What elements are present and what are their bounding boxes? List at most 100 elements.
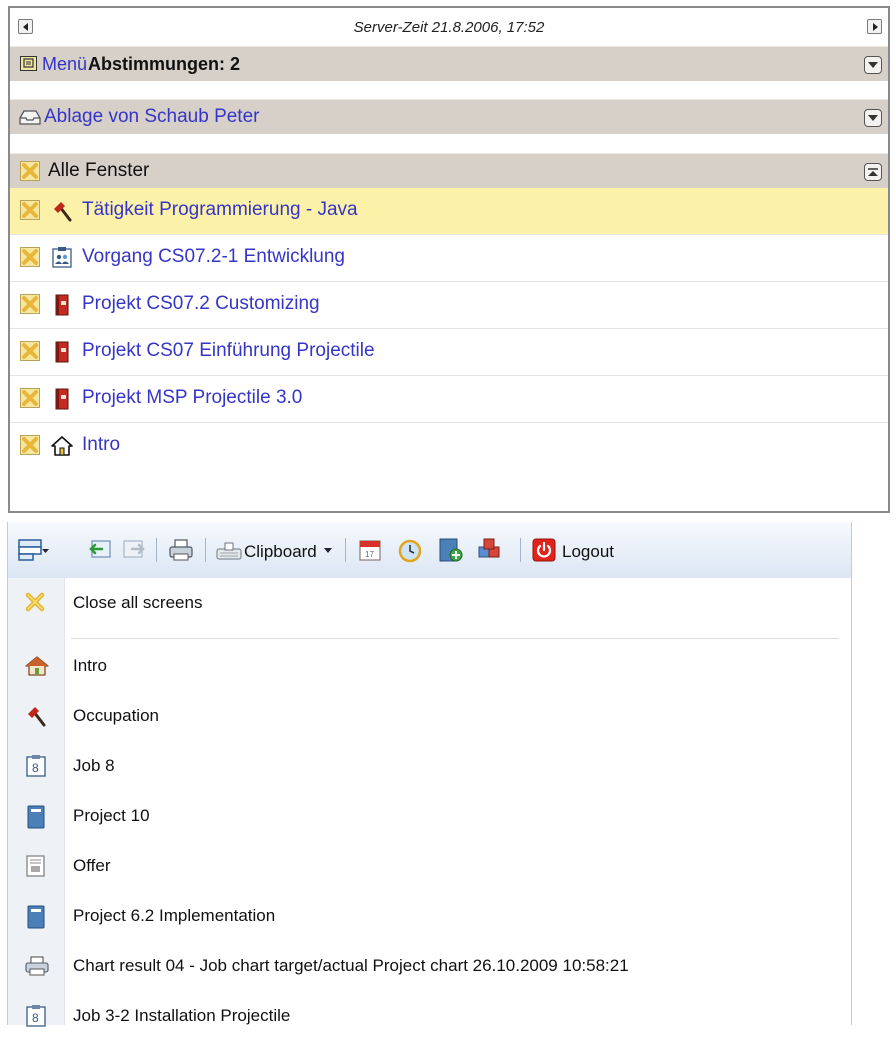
votes-title: Abstimmungen: 2 (88, 54, 241, 74)
classic-window-panel: Server-Zeit 21.8.2006, 17:52 Menü Abstim… (8, 6, 890, 513)
svg-text:17: 17 (365, 550, 374, 559)
window-link[interactable]: Intro (82, 434, 120, 456)
close-window-icon[interactable] (20, 341, 40, 361)
close-all-screens-item[interactable]: Close all screens (8, 578, 851, 628)
new-project-button[interactable] (437, 537, 463, 568)
menu-item-label: Chart result 04 - Job chart target/actua… (73, 956, 629, 975)
forward-button[interactable] (122, 539, 146, 566)
logout-button[interactable]: Logout (562, 542, 614, 562)
window-link[interactable]: Projekt CS07 Einführung Projectile (82, 340, 375, 362)
project-book-icon (55, 294, 69, 316)
clock-button[interactable] (397, 537, 423, 568)
chevron-up-icon (868, 168, 878, 176)
window-row[interactable]: Projekt CS07.2 Customizing (10, 282, 888, 329)
close-all-icon[interactable] (20, 161, 40, 181)
chevron-down-icon (868, 62, 878, 68)
home-icon (25, 656, 49, 676)
storage-expand-button[interactable] (864, 109, 882, 127)
window-link[interactable]: Vorgang CS07.2-1 Entwicklung (82, 246, 345, 268)
server-time-header: Server-Zeit 21.8.2006, 17:52 (10, 8, 888, 46)
svg-text:8: 8 (32, 761, 39, 775)
new-document-icon (439, 538, 463, 562)
cubes-icon (478, 538, 500, 558)
logout-icon-wrap[interactable] (532, 538, 556, 567)
scroll-right-button[interactable] (867, 19, 882, 34)
window-link[interactable]: Projekt CS07.2 Customizing (82, 293, 320, 315)
power-icon (532, 538, 556, 562)
storage-bar: Ablage von Schaub Peter (10, 99, 888, 134)
windows-stack-icon (18, 539, 49, 561)
project-book-icon (55, 388, 69, 410)
job-icon (52, 247, 72, 268)
menu-item-label: Close all screens (73, 593, 203, 612)
back-arrow-icon (89, 540, 111, 558)
menu-item-job[interactable]: 8 Job 3-2 Installation Projectile (8, 991, 851, 1041)
window-link[interactable]: Projekt MSP Projectile 3.0 (82, 387, 302, 409)
hammer-icon (28, 707, 46, 727)
main-toolbar: Clipboard 17 Logout (8, 522, 851, 579)
project-book-icon (55, 341, 69, 363)
clipboard-button-icon-wrap[interactable] (216, 540, 242, 565)
back-button[interactable] (88, 539, 112, 566)
window-row[interactable]: Intro (10, 423, 888, 470)
close-window-icon[interactable] (20, 388, 40, 408)
window-switcher-menu: Close all screens Intro Occupation 8 Job… (8, 578, 851, 1027)
menu-book-icon (23, 58, 34, 68)
menu-link[interactable]: Menü (42, 54, 87, 75)
job-icon: 8 (26, 755, 46, 777)
storage-link[interactable]: Ablage von Schaub Peter (44, 106, 260, 128)
menu-item-label: Offer (73, 856, 111, 875)
menu-bar: Menü Abstimmungen: 2 (10, 46, 888, 81)
window-row[interactable]: Projekt MSP Projectile 3.0 (10, 376, 888, 423)
window-switcher-button[interactable] (18, 537, 50, 568)
project-icon (27, 905, 45, 929)
offer-icon (26, 855, 45, 877)
project-icon (27, 805, 45, 829)
menu-item-intro[interactable]: Intro (8, 641, 851, 691)
modules-button[interactable] (477, 537, 503, 568)
menu-expand-button[interactable] (864, 56, 882, 74)
menu-item-label: Occupation (73, 706, 159, 725)
chevron-down-icon (868, 115, 878, 121)
svg-text:8: 8 (32, 1011, 39, 1025)
calendar-icon: 17 (359, 540, 381, 561)
close-all-icon (25, 592, 45, 612)
close-window-icon[interactable] (20, 435, 40, 455)
window-link[interactable]: Tätigkeit Programmierung - Java (82, 199, 358, 221)
alarm-clock-icon (398, 539, 422, 563)
menu-item-label: Project 10 (73, 806, 150, 825)
printer-icon (169, 539, 193, 561)
all-windows-collapse-button[interactable] (864, 163, 882, 181)
menu-icon[interactable] (20, 56, 37, 71)
close-window-icon[interactable] (20, 247, 40, 267)
menu-item-project[interactable]: Project 10 (8, 791, 851, 841)
menu-item-offer[interactable]: Offer (8, 841, 851, 891)
clipboard-button[interactable]: Clipboard (244, 542, 317, 562)
menu-item-label: Job 3-2 Installation Projectile (73, 1006, 291, 1025)
window-row[interactable]: Vorgang CS07.2-1 Entwicklung (10, 235, 888, 282)
window-row[interactable]: Tätigkeit Programmierung - Java (10, 188, 888, 235)
menu-item-occupation[interactable]: Occupation (8, 691, 851, 741)
menu-item-label: Intro (73, 656, 108, 675)
all-windows-bar: Alle Fenster (10, 153, 888, 188)
hammer-icon (54, 202, 72, 222)
close-window-icon[interactable] (20, 294, 40, 314)
menu-item-project[interactable]: Project 6.2 Implementation (8, 891, 851, 941)
close-window-icon[interactable] (20, 200, 40, 220)
printer-icon (25, 956, 49, 976)
clipboard-dropdown-arrow-icon[interactable] (324, 548, 332, 553)
menu-item-job[interactable]: 8 Job 8 (8, 741, 851, 791)
modern-window-panel: Clipboard 17 Logout Close all screens In… (7, 522, 852, 1027)
job-icon: 8 (26, 1005, 46, 1027)
server-time-label: Server-Zeit 21.8.2006, 17:52 (353, 19, 545, 36)
print-button[interactable] (168, 538, 194, 567)
menu-divider (71, 638, 839, 639)
arrow-right-icon (873, 23, 878, 31)
window-row[interactable]: Projekt CS07 Einführung Projectile (10, 329, 888, 376)
menu-item-label: Project 6.2 Implementation (73, 906, 276, 925)
menu-item-label: Job 8 (73, 756, 115, 775)
all-windows-title: Alle Fenster (48, 160, 150, 181)
calendar-button[interactable]: 17 (358, 538, 382, 567)
forward-arrow-icon (123, 540, 145, 558)
menu-item-chart-result[interactable]: Chart result 04 - Job chart target/actua… (8, 941, 851, 991)
